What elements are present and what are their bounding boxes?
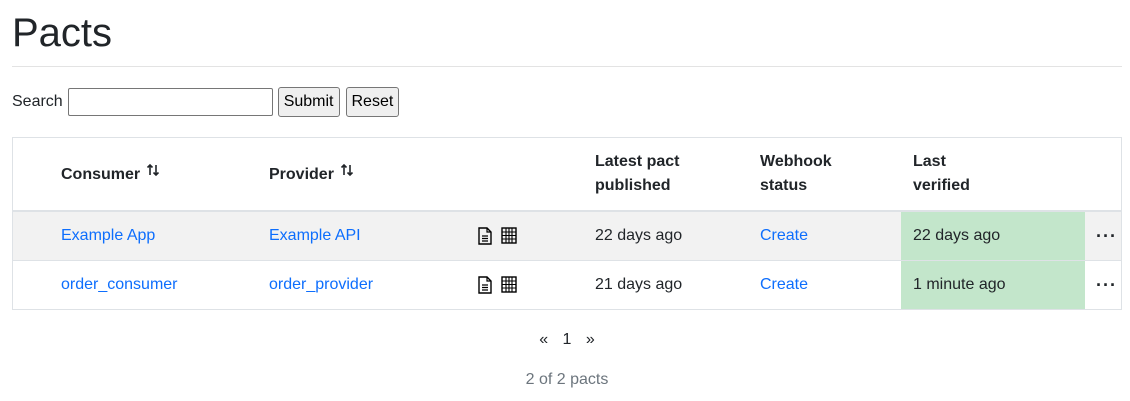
- webhook-create-link[interactable]: Create: [760, 227, 808, 244]
- header-last-verified: Last verified: [901, 137, 1085, 212]
- table-row: order_consumer order_provider 21 days ag…: [12, 260, 1122, 310]
- webhook-create-link[interactable]: Create: [760, 276, 808, 293]
- row-icons: [474, 223, 517, 250]
- pagination-prev[interactable]: «: [539, 331, 548, 349]
- pagination-page[interactable]: 1: [563, 331, 572, 349]
- page-container: Pacts Search Submit Reset Consumer Provi…: [0, 0, 1130, 389]
- sort-arrows-icon[interactable]: [340, 161, 354, 185]
- header-provider-label: Provider: [269, 166, 334, 183]
- search-label: Search: [12, 93, 63, 110]
- header-consumer[interactable]: Consumer: [61, 137, 269, 212]
- provider-link[interactable]: order_provider: [269, 276, 373, 293]
- page-title: Pacts: [12, 11, 113, 55]
- sort-arrows-icon[interactable]: [146, 161, 160, 185]
- verified-cell: 1 minute ago: [901, 260, 1085, 310]
- header-icons-spacer: [474, 137, 595, 212]
- header-verified-line2: verified: [913, 177, 970, 194]
- search-input[interactable]: [67, 88, 273, 116]
- header-latest-line1: Latest pact: [595, 153, 680, 170]
- header-webhook-status: Webhook status: [760, 137, 901, 212]
- consumer-link[interactable]: order_consumer: [61, 276, 178, 293]
- header-actions-spacer: [1085, 137, 1122, 212]
- provider-link[interactable]: Example API: [269, 227, 361, 244]
- verified-cell: 22 days ago: [901, 210, 1085, 261]
- pacts-table: Consumer Provider Latest pact published …: [12, 137, 1122, 310]
- header-provider[interactable]: Provider: [269, 137, 474, 212]
- published-cell: 21 days ago: [595, 260, 760, 310]
- consumer-link[interactable]: Example App: [61, 227, 155, 244]
- table-row: Example App Example API 22 days ago Crea…: [12, 210, 1122, 261]
- header-verified-line1: Last: [913, 153, 946, 170]
- results-count: 2 of 2 pacts: [525, 371, 609, 388]
- table-header: Consumer Provider Latest pact published …: [12, 137, 1122, 212]
- header-spacer: [12, 137, 61, 212]
- matrix-grid-icon[interactable]: [501, 275, 517, 299]
- submit-button[interactable]: Submit: [277, 87, 340, 117]
- document-icon[interactable]: [477, 226, 493, 250]
- reset-button[interactable]: Reset: [345, 87, 400, 117]
- more-options-icon[interactable]: ···: [1085, 260, 1122, 310]
- search-form: Search Submit Reset: [12, 87, 1122, 117]
- header-webhook-line1: Webhook: [760, 153, 832, 170]
- matrix-grid-icon[interactable]: [501, 226, 517, 250]
- header-webhook-line2: status: [760, 177, 808, 194]
- published-cell: 22 days ago: [595, 210, 760, 261]
- row-icons: [474, 272, 517, 299]
- document-icon[interactable]: [477, 275, 493, 299]
- row-spacer: [12, 210, 61, 261]
- header-consumer-label: Consumer: [61, 166, 141, 183]
- more-options-icon[interactable]: ···: [1085, 210, 1122, 261]
- header-latest-line2: published: [595, 177, 671, 194]
- title-divider: [12, 66, 1122, 67]
- pagination-next[interactable]: »: [586, 331, 595, 349]
- row-spacer: [12, 260, 61, 310]
- table-body: Example App Example API 22 days ago Crea…: [12, 210, 1122, 310]
- pagination: « 1 »: [12, 331, 1122, 349]
- header-latest-published: Latest pact published: [595, 137, 760, 212]
